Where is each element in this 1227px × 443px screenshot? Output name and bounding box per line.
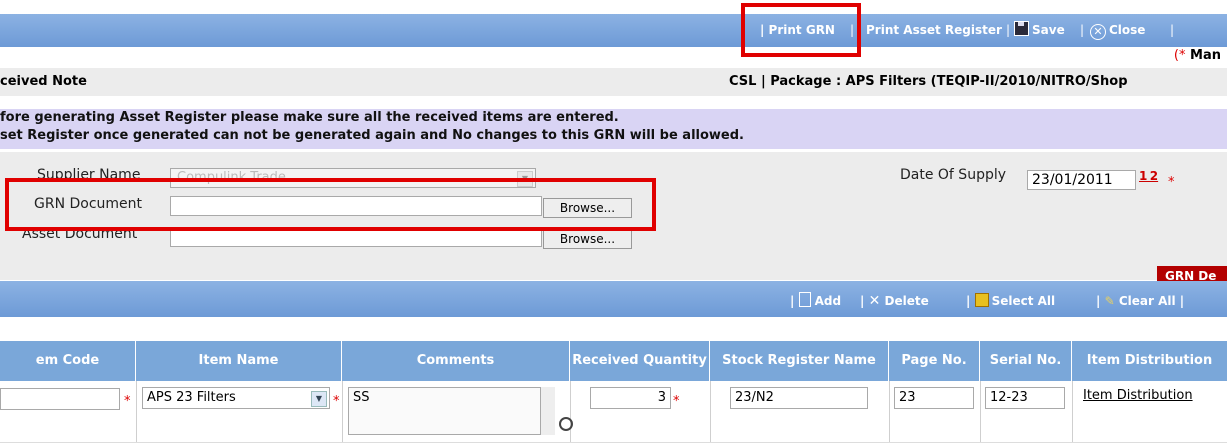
select-all-button[interactable]: | Select All <box>966 281 1055 317</box>
table-header: em Code Item Name Comments Received Quan… <box>0 341 1227 381</box>
required-star: (* <box>1173 48 1186 63</box>
required-star: * <box>673 394 680 409</box>
mandatory-text: Man <box>1185 48 1221 63</box>
page-title: ceived Note <box>0 74 87 89</box>
close-button[interactable]: ✕ Close <box>1090 14 1145 47</box>
col-item-distribution: Item Distribution <box>1086 353 1213 368</box>
toolbar-separator: | <box>1006 23 1011 37</box>
col-item-code: em Code <box>0 341 136 381</box>
grid-toolbar: | Add | ✕ Delete | Select All | ✎ Clear … <box>0 281 1227 317</box>
date-of-supply-label: Date Of Supply <box>900 167 1007 183</box>
cell-divider <box>136 381 137 442</box>
cell-divider <box>889 381 890 442</box>
required-star: * <box>1168 175 1175 190</box>
delete-icon: ✕ <box>868 293 881 309</box>
col-comments: Comments <box>342 341 570 381</box>
cell-divider <box>1072 381 1073 442</box>
chevron-down-icon: ▼ <box>311 391 327 407</box>
warning-line-2: set Register once generated can not be g… <box>0 128 744 143</box>
highlight-print-grn <box>741 3 861 57</box>
comments-textarea[interactable]: SS <box>348 387 541 435</box>
page-no-input[interactable]: 23 <box>894 387 974 409</box>
col-item-name: Item Name <box>136 341 342 381</box>
save-button[interactable]: Save <box>1014 14 1065 47</box>
close-icon: ✕ <box>1090 24 1106 40</box>
col-serial-no: Serial No. <box>980 341 1072 381</box>
add-label: Add <box>814 294 842 308</box>
toolbar-separator: | <box>1170 23 1175 37</box>
item-name-value: APS 23 Filters <box>147 390 236 405</box>
top-toolbar: | Print GRN | Print Asset Register | Sav… <box>0 14 1227 47</box>
close-label: Close <box>1109 23 1146 37</box>
received-quantity-input[interactable]: 3 <box>590 387 671 409</box>
required-star: * <box>124 394 131 409</box>
delete-button[interactable]: | ✕ Delete <box>860 281 929 317</box>
cell-divider <box>980 381 981 442</box>
item-name-select[interactable]: APS 23 Filters ▼ <box>142 387 330 409</box>
calendar-icon[interactable]: 1 2 <box>1139 169 1158 183</box>
select-all-label: Select All <box>991 294 1056 308</box>
asset-browse-button[interactable]: Browse... <box>543 229 632 249</box>
item-code-input[interactable] <box>0 388 120 410</box>
save-icon <box>1014 21 1029 36</box>
date-of-supply-input[interactable]: 23/01/2011 <box>1027 170 1136 190</box>
print-asset-register-button[interactable]: Print Asset Register <box>866 14 1002 47</box>
package-info: CSL | Package : APS Filters (TEQIP-II/20… <box>729 74 1128 89</box>
broom-icon: ✎ <box>1104 294 1115 308</box>
save-label: Save <box>1032 23 1065 37</box>
select-all-icon <box>974 293 989 307</box>
delete-label: Delete <box>884 294 929 308</box>
col-stock-register-name: Stock Register Name <box>710 341 889 381</box>
cell-divider <box>570 381 571 442</box>
mandatory-note: (* Man <box>1174 48 1221 63</box>
clear-all-label: Clear All <box>1118 294 1176 308</box>
required-star: * <box>333 394 340 409</box>
highlight-grn-document <box>5 178 656 231</box>
cell-divider <box>342 381 343 442</box>
zoom-icon[interactable] <box>559 417 573 431</box>
add-icon <box>798 292 811 307</box>
item-distribution-link[interactable]: Item Distribution <box>1083 388 1193 403</box>
serial-no-input[interactable]: 12-23 <box>985 387 1065 409</box>
comments-scrollbar[interactable] <box>541 387 555 435</box>
col-received-quantity: Received Quantity <box>570 341 710 381</box>
cell-divider <box>710 381 711 442</box>
toolbar-separator: | <box>1080 23 1085 37</box>
col-page-no: Page No. <box>889 341 980 381</box>
warning-line-1: fore generating Asset Register please ma… <box>0 110 619 125</box>
clear-all-button[interactable]: | ✎ Clear All | <box>1096 281 1184 317</box>
stock-register-name-input[interactable]: 23/N2 <box>730 387 868 409</box>
add-button[interactable]: | Add <box>790 281 841 317</box>
